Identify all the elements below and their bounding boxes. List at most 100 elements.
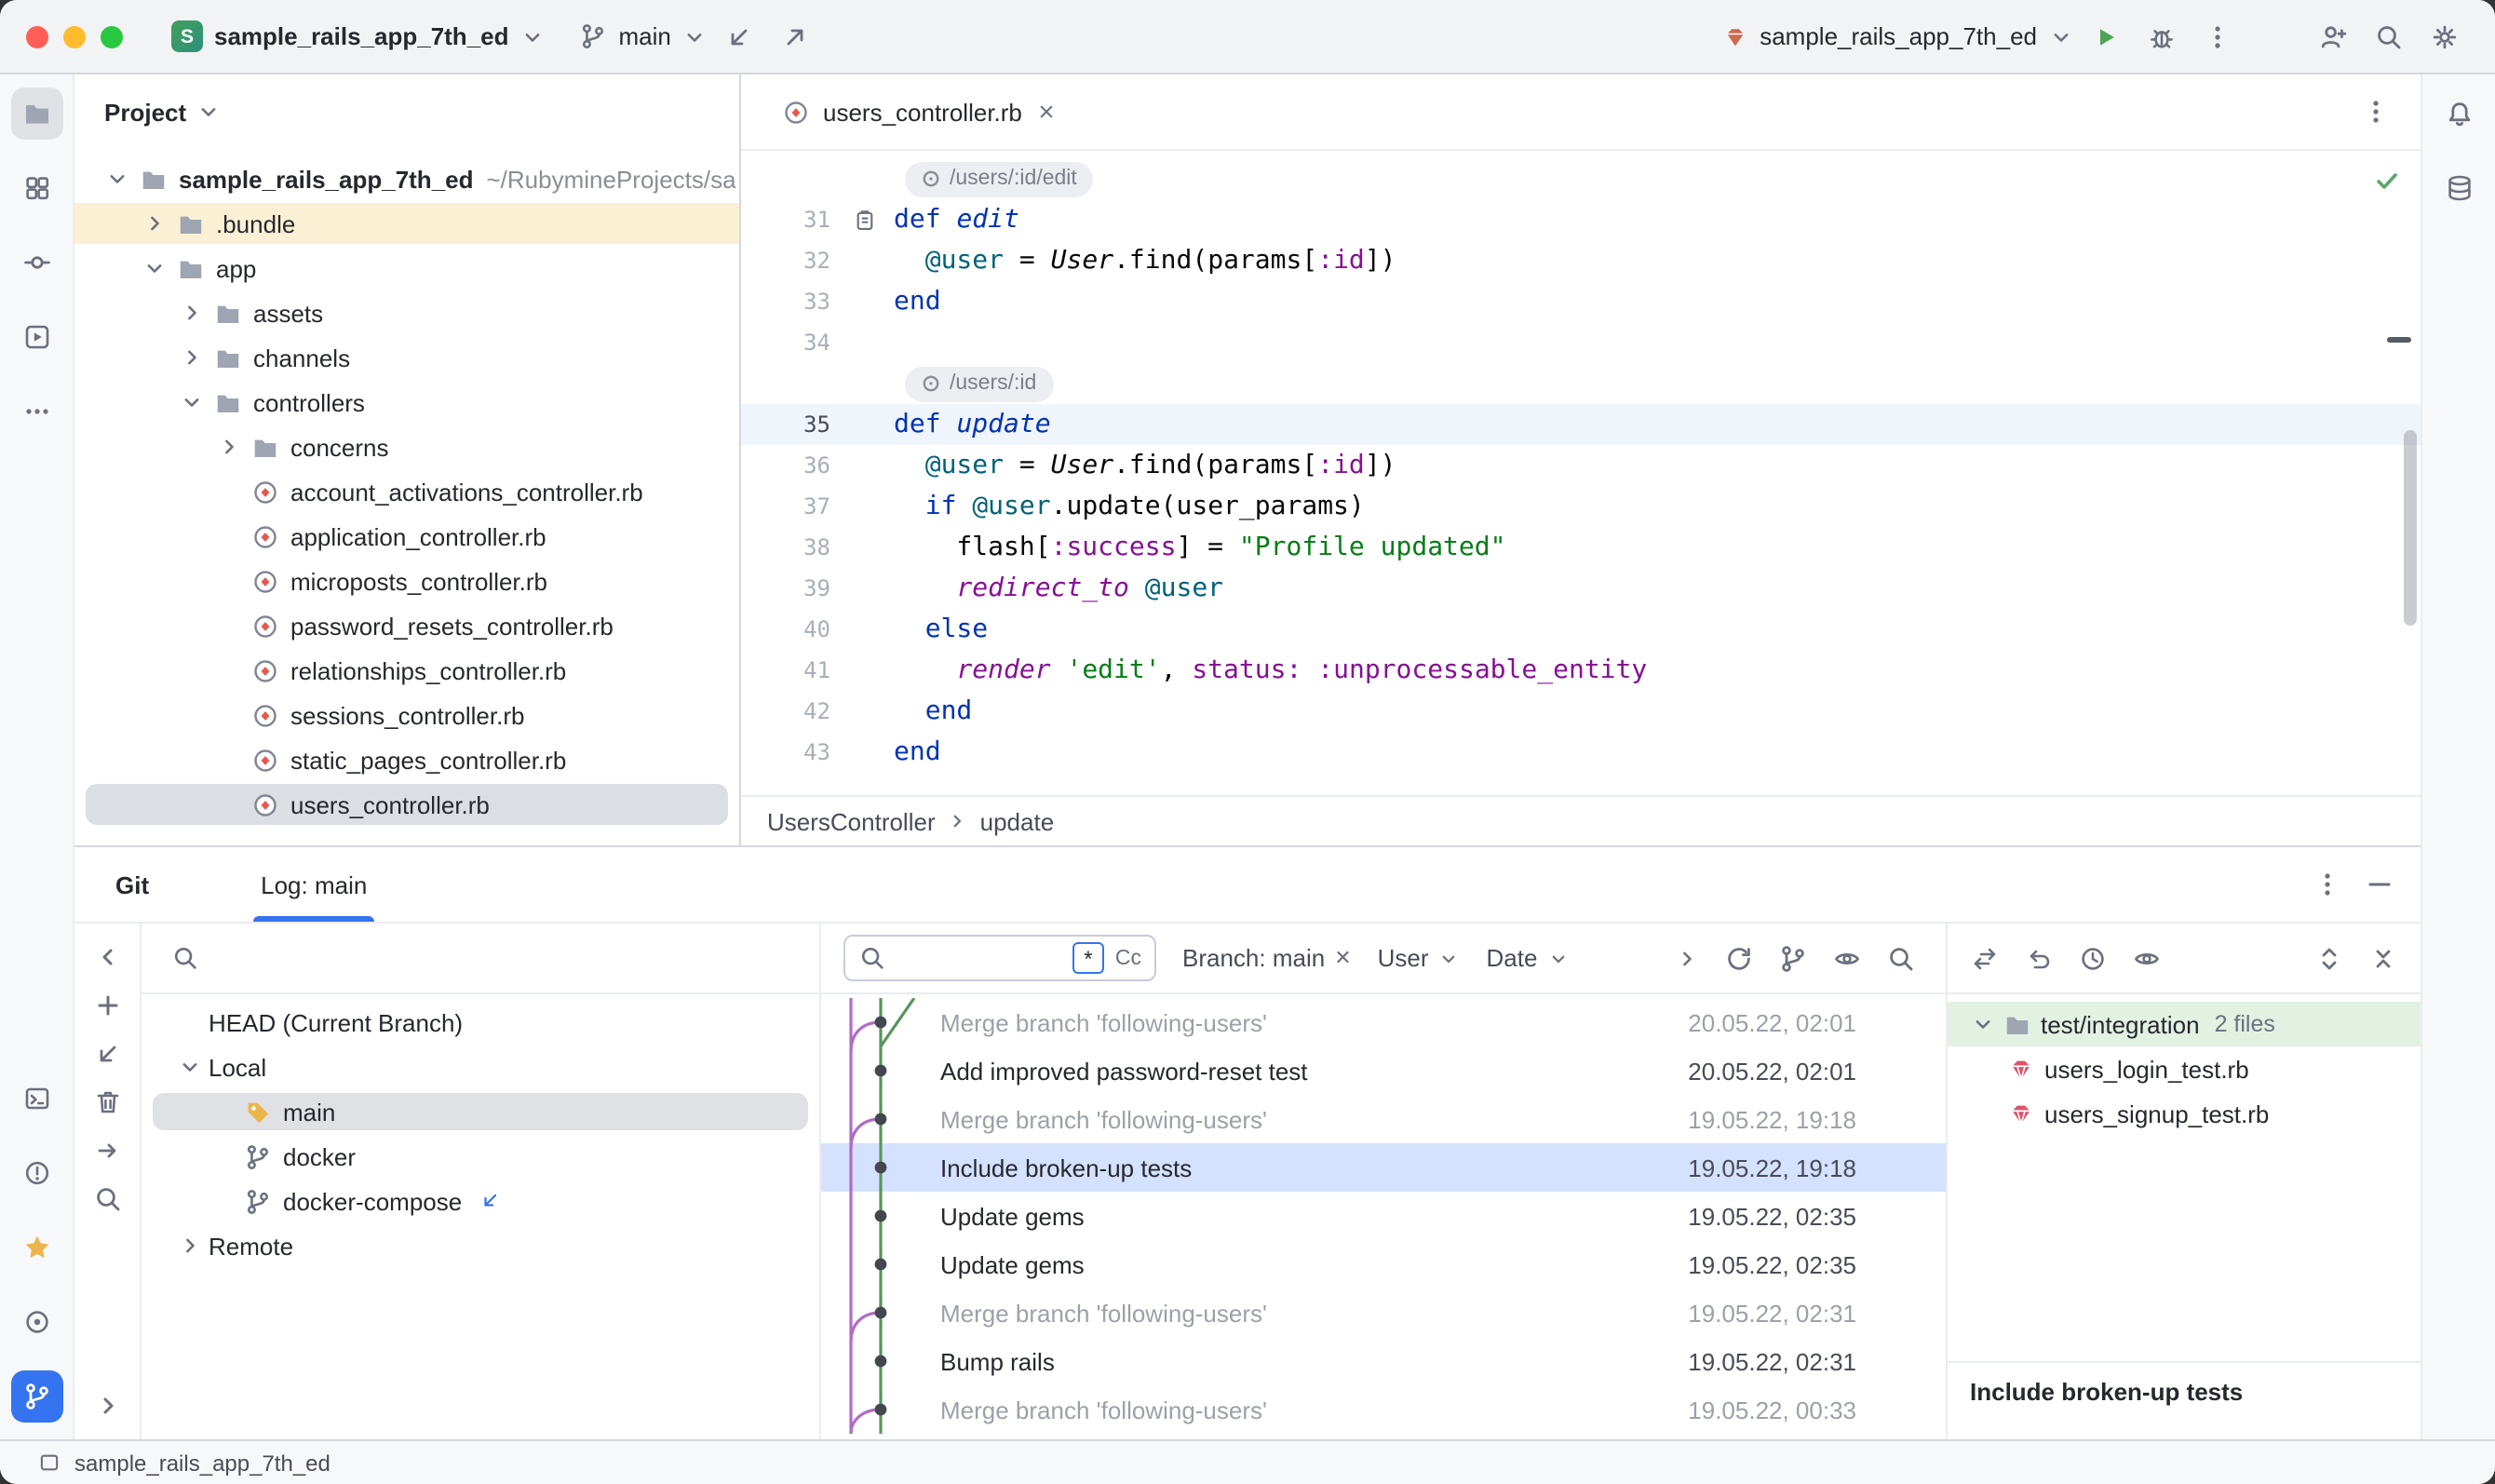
status-project-name[interactable]: sample_rails_app_7th_ed (74, 1450, 330, 1476)
branch-filter[interactable]: Branch: main ✕ (1182, 944, 1352, 972)
editor-scrollbar[interactable] (2404, 430, 2417, 626)
branch-item-docker[interactable]: docker (142, 1134, 819, 1179)
vcs-widget[interactable]: main (580, 22, 708, 50)
code-line[interactable]: 32 @user = User.find(params[:id]) (741, 240, 2421, 281)
git-options-icon[interactable] (2313, 870, 2342, 899)
compare-icon[interactable] (1970, 943, 2000, 973)
code-with-me-button[interactable] (2309, 12, 2357, 61)
commit-row[interactable]: Add improved password-reset test20.05.22… (821, 1046, 1946, 1095)
code-line[interactable]: 35def update (741, 404, 2421, 445)
user-filter[interactable]: User (1378, 944, 1461, 972)
branch-item-main[interactable]: main (142, 1089, 819, 1134)
code-line[interactable]: 33end (741, 281, 2421, 322)
graph-options-icon[interactable] (1778, 943, 1808, 973)
add-icon[interactable] (92, 991, 122, 1020)
tree-item-file[interactable]: application_controller.rb (74, 514, 739, 559)
changed-file-row[interactable]: users_login_test.rb (1948, 1046, 2421, 1091)
more-filters-icon[interactable] (1674, 945, 1700, 971)
debug-button[interactable] (2138, 12, 2186, 61)
chevron-down-icon[interactable] (177, 1054, 203, 1080)
tree-item-file[interactable]: relationships_controller.rb (74, 648, 739, 693)
chevron-down-icon[interactable] (142, 255, 168, 281)
route-annotation[interactable]: /users/:id (741, 363, 2421, 404)
chevron-right-icon[interactable] (179, 300, 205, 326)
history-icon[interactable] (2078, 943, 2108, 973)
tree-item-file[interactable]: password_resets_controller.rb (74, 603, 739, 648)
branch-group-local[interactable]: Local (142, 1045, 819, 1089)
update-project-button[interactable] (716, 12, 764, 61)
tab-options-button[interactable] (2361, 97, 2391, 127)
commit-search-field[interactable]: * Cc (843, 935, 1156, 981)
update-icon[interactable] (92, 1039, 122, 1069)
more-actions-button[interactable] (2193, 12, 2242, 61)
commit-row[interactable]: Merge branch 'following-users'19.05.22, … (821, 1288, 1946, 1337)
chevron-right-icon[interactable] (216, 434, 242, 460)
tab-log-main[interactable]: Log: main (253, 847, 374, 922)
stripe-services-button[interactable] (10, 311, 62, 363)
tree-item-file[interactable]: microposts_controller.rb (74, 559, 739, 603)
chevron-right-icon[interactable] (177, 1233, 203, 1259)
zoom-window-button[interactable] (101, 25, 123, 47)
commit-row[interactable]: Merge branch 'following-users'20.05.22, … (821, 998, 1946, 1046)
run-config-widget[interactable]: sample_rails_app_7th_ed (1722, 22, 2074, 50)
close-icon[interactable] (1035, 101, 1058, 123)
collapse-panel-icon[interactable] (92, 942, 122, 972)
preview-icon[interactable] (2132, 943, 2162, 973)
tree-item-users-controller[interactable]: users_controller.rb (74, 782, 739, 827)
delete-icon[interactable] (92, 1087, 122, 1117)
collapse-all-icon[interactable] (2368, 943, 2398, 973)
stripe-commit-button[interactable] (10, 236, 62, 289)
chevron-right-icon[interactable] (142, 210, 168, 236)
route-chip[interactable]: /users/:id (905, 366, 1053, 401)
expand-panel-icon[interactable] (92, 1391, 122, 1421)
tree-item-channels[interactable]: channels (74, 335, 739, 380)
tree-item-controllers[interactable]: controllers (74, 380, 739, 425)
branch-group-remote[interactable]: Remote (142, 1223, 819, 1268)
code-line[interactable]: 37 if @user.update(user_params) (741, 486, 2421, 527)
tree-item-root[interactable]: sample_rails_app_7th_ed ~/RubymineProjec… (74, 156, 739, 201)
refresh-icon[interactable] (1724, 943, 1754, 973)
chevron-down-icon[interactable] (1970, 1011, 1996, 1037)
find-icon[interactable] (1886, 943, 1916, 973)
code-line[interactable]: 40 else (741, 609, 2421, 650)
changed-dir-row[interactable]: test/integration 2 files (1948, 1002, 2421, 1046)
tree-item-bundle[interactable]: .bundle (74, 201, 739, 246)
code-line[interactable]: 34 (741, 322, 2421, 363)
editor-tab[interactable]: users_controller.rb (763, 74, 1076, 149)
commit-row-selected[interactable]: Include broken-up tests19.05.22, 19:18 (821, 1143, 1946, 1192)
commit-row[interactable]: Merge branch 'following-users'19.05.22, … (821, 1095, 1946, 1143)
code-line[interactable]: 36 @user = User.find(params[:id]) (741, 445, 2421, 486)
close-window-button[interactable] (26, 25, 48, 47)
breadcrumb-method[interactable]: update (980, 807, 1055, 835)
changed-file-row[interactable]: users_signup_test.rb (1948, 1091, 2421, 1136)
push-button[interactable] (772, 12, 820, 61)
code-line[interactable]: 43end (741, 732, 2421, 773)
chevron-right-icon[interactable] (179, 344, 205, 371)
code-line[interactable]: 38 flash[:success] = "Profile updated" (741, 527, 2421, 568)
route-annotation[interactable]: /users/:id/edit (741, 158, 2421, 199)
chevron-down-icon[interactable] (104, 166, 130, 192)
branch-item-docker-compose[interactable]: docker-compose (142, 1179, 819, 1223)
tree-item-app[interactable]: app (74, 246, 739, 290)
breadcrumb-class[interactable]: UsersController (767, 807, 936, 835)
branch-search-field[interactable] (142, 924, 819, 994)
tree-item-file[interactable]: static_pages_controller.rb (74, 737, 739, 782)
search-everywhere-button[interactable] (2365, 12, 2413, 61)
minimize-window-button[interactable] (63, 25, 86, 47)
regex-toggle[interactable]: * (1072, 942, 1104, 974)
project-widget[interactable]: S sample_rails_app_7th_ed (171, 20, 546, 52)
stripe-project-button[interactable] (10, 88, 62, 140)
inspections-widget[interactable] (2372, 166, 2402, 196)
project-panel-header[interactable]: Project (74, 74, 739, 149)
rollback-icon[interactable] (2024, 943, 2054, 973)
tree-item-assets[interactable]: assets (74, 290, 739, 335)
tree-item-file[interactable]: sessions_controller.rb (74, 693, 739, 737)
stripe-circle-button[interactable] (10, 1296, 62, 1348)
stripe-notifications-button[interactable] (2433, 88, 2485, 140)
tree-item-file[interactable]: account_activations_controller.rb (74, 469, 739, 514)
stripe-database-button[interactable] (2433, 162, 2485, 214)
commit-row[interactable]: Bump rails19.05.22, 02:31 (821, 1337, 1946, 1385)
commit-row[interactable]: Merge branch 'following-users'19.05.22, … (821, 1385, 1946, 1434)
hide-toolwindow-icon[interactable] (2365, 870, 2394, 899)
expand-all-icon[interactable] (2314, 943, 2344, 973)
